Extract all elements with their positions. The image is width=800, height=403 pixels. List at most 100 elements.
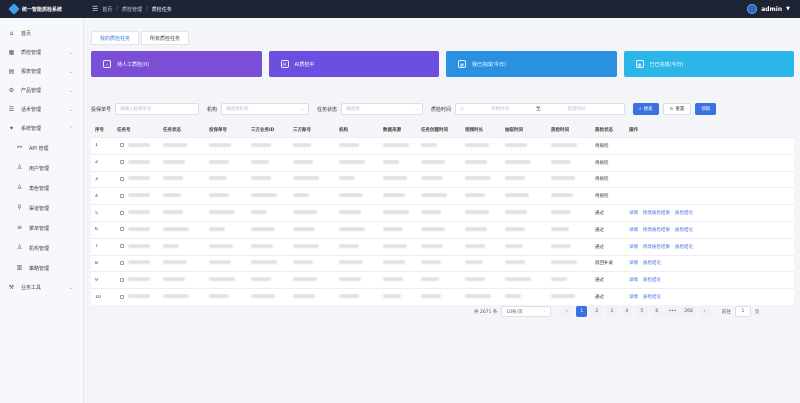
- row-action-link[interactable]: 质检结论: [675, 228, 693, 233]
- more-pages-button[interactable]: •••: [666, 306, 679, 317]
- card-pending-manual[interactable]: ✓ 待人工质检(0): [91, 51, 262, 77]
- next-page-button[interactable]: ›: [698, 306, 710, 317]
- app-logo[interactable]: 统一智能质检系统: [0, 0, 84, 18]
- redacted-value: [421, 193, 447, 198]
- page-unit-label: 页: [754, 309, 760, 315]
- page-button[interactable]: 1: [576, 306, 588, 317]
- row-action-link[interactable]: 详情: [629, 245, 638, 250]
- redacted-value: [465, 210, 489, 215]
- sidebar-item-home[interactable]: ⌂ 首页: [0, 24, 83, 43]
- row-number: 1: [95, 143, 98, 149]
- user-menu[interactable]: admin ▼: [747, 4, 800, 14]
- sidebar-item-inspection[interactable]: ▦ 质检管理 ⌄: [0, 43, 83, 62]
- table-row: 4 待质检: [91, 187, 794, 205]
- sidebar-subitem-menus[interactable]: ≡ 菜单管理: [0, 218, 83, 238]
- chevron-down-icon: ⌄: [68, 87, 73, 94]
- redacted-value: [163, 193, 181, 198]
- sidebar: ⌂ 首页 ▦ 质检管理 ⌄ ▤ 报表管理 ⌄ ⚙ 产品管理 ⌄ ☰ 话术管理 ⌄ ✦ 系统管理 ⌃ ⚯ API 管理…: [0, 18, 84, 403]
- reset-button[interactable]: ↻ 重置: [662, 103, 692, 115]
- copy-icon[interactable]: [120, 193, 124, 198]
- row-action-link[interactable]: 详情: [629, 261, 638, 266]
- redacted-cell: [247, 294, 289, 300]
- breadcrumb-inspection[interactable]: 质检管理: [122, 6, 142, 13]
- redacted-value: [128, 159, 150, 164]
- sidebar-subitem-orgs[interactable]: ♙ 机构管理: [0, 238, 83, 258]
- redacted-value: [551, 243, 571, 248]
- row-action-link[interactable]: 详情: [629, 211, 638, 216]
- row-action-link[interactable]: 详情: [629, 228, 638, 233]
- claim-button[interactable]: 领取: [695, 103, 717, 115]
- row-action-link[interactable]: 质检结论: [675, 211, 693, 216]
- sidebar-item-tools[interactable]: ⚒ 业务工具 ⌄: [0, 278, 83, 297]
- card-my-done-today[interactable]: ▦ 我已完成(今日): [446, 51, 617, 77]
- page-button[interactable]: 4: [621, 306, 633, 317]
- policy-no-input[interactable]: 请输入投保单号: [115, 103, 200, 115]
- card-ai-checking[interactable]: AI AI质检中: [268, 51, 439, 77]
- row-action-link[interactable]: 质检结论: [643, 278, 661, 283]
- row-action-link[interactable]: 修改质检结果: [643, 211, 670, 216]
- redacted-value: [505, 226, 525, 231]
- row-actions: 详情 修改质检结果 质检结论: [625, 244, 735, 250]
- copy-icon[interactable]: [120, 260, 124, 265]
- row-action-link[interactable]: 质检结论: [643, 261, 661, 266]
- copy-icon[interactable]: [120, 160, 124, 165]
- sidebar-subitem-roles[interactable]: ♙ 角色管理: [0, 178, 83, 198]
- page-button[interactable]: 5: [636, 306, 648, 317]
- redacted-cell: [205, 142, 247, 149]
- copy-icon[interactable]: [120, 294, 124, 299]
- copy-icon[interactable]: [120, 210, 124, 215]
- redacted-cell: [417, 210, 461, 216]
- org-select[interactable]: 请选择机构 ⌄: [221, 103, 310, 115]
- search-button[interactable]: ⌕ 搜索: [633, 103, 659, 115]
- page-button[interactable]: 268: [682, 306, 695, 317]
- prev-page-button[interactable]: ‹: [561, 306, 573, 317]
- goto-page-input[interactable]: 1: [734, 306, 751, 317]
- tab-all-tasks[interactable]: 所有质检任务: [141, 31, 190, 45]
- row-action-link[interactable]: 详情: [629, 278, 638, 283]
- sidebar-item-report[interactable]: ▤ 报表管理 ⌄: [0, 62, 83, 81]
- redacted-cell: [247, 226, 289, 233]
- sidebar-subitem-channels[interactable]: ⚲ 渠道管理: [0, 198, 83, 218]
- column-header: 操作: [629, 128, 638, 133]
- sidebar-item-system[interactable]: ✦ 系统管理 ⌃: [0, 119, 83, 138]
- row-action-link[interactable]: 质检结论: [643, 295, 661, 300]
- status-label: 任务状态: [317, 106, 338, 113]
- sidebar-subitem-users[interactable]: ♙ 用户管理: [0, 158, 83, 178]
- sidebar-item-product[interactable]: ⚙ 产品管理 ⌄: [0, 81, 83, 100]
- redacted-cell: [461, 142, 501, 149]
- api-icon: ⚯: [16, 144, 23, 151]
- redacted-cell: [159, 193, 205, 199]
- task-tabs: 我的质检任务 所有质检任务: [91, 31, 190, 45]
- copy-icon[interactable]: [120, 176, 124, 181]
- sidebar-subitem-policies[interactable]: ▥ 策略管理: [0, 258, 83, 278]
- page-size-select[interactable]: 10条/页 ⌄: [501, 306, 552, 317]
- row-action-link[interactable]: 详情: [629, 295, 638, 300]
- row-action-link[interactable]: 质检结论: [675, 245, 693, 250]
- redacted-cell: [379, 260, 417, 266]
- page-button[interactable]: 2: [591, 306, 603, 317]
- column-header: 机构: [339, 128, 348, 133]
- breadcrumb-home[interactable]: 首页: [102, 6, 112, 13]
- row-action-link[interactable]: 修改质检结果: [643, 228, 670, 233]
- time-range-picker[interactable]: ◷ 开始时间 至 结束时间: [455, 103, 626, 115]
- report-icon: ▤: [8, 67, 15, 75]
- sidebar-subitem-api[interactable]: ⚯ API 管理: [0, 138, 83, 158]
- tab-my-tasks[interactable]: 我的质检任务: [91, 31, 140, 45]
- row-action-link[interactable]: 修改质检结果: [643, 245, 670, 250]
- page-button[interactable]: 6: [651, 306, 663, 317]
- sidebar-item-script[interactable]: ☰ 话术管理 ⌄: [0, 100, 83, 119]
- copy-icon[interactable]: [120, 143, 124, 148]
- copy-icon[interactable]: [120, 277, 124, 282]
- redacted-value: [421, 260, 441, 265]
- redacted-cell: [159, 176, 205, 182]
- card-done-today[interactable]: ▦ 已已完成(今日): [623, 51, 794, 77]
- menu-toggle-icon[interactable]: ☰: [92, 5, 98, 13]
- page-button[interactable]: 3: [606, 306, 618, 317]
- redacted-cell: [247, 142, 289, 149]
- redacted-cell: [547, 193, 591, 199]
- redacted-value: [128, 260, 150, 265]
- copy-icon[interactable]: [120, 227, 124, 232]
- copy-icon[interactable]: [120, 244, 124, 249]
- status-select[interactable]: 请选择 ⌄: [341, 103, 424, 115]
- redacted-value: [251, 176, 271, 181]
